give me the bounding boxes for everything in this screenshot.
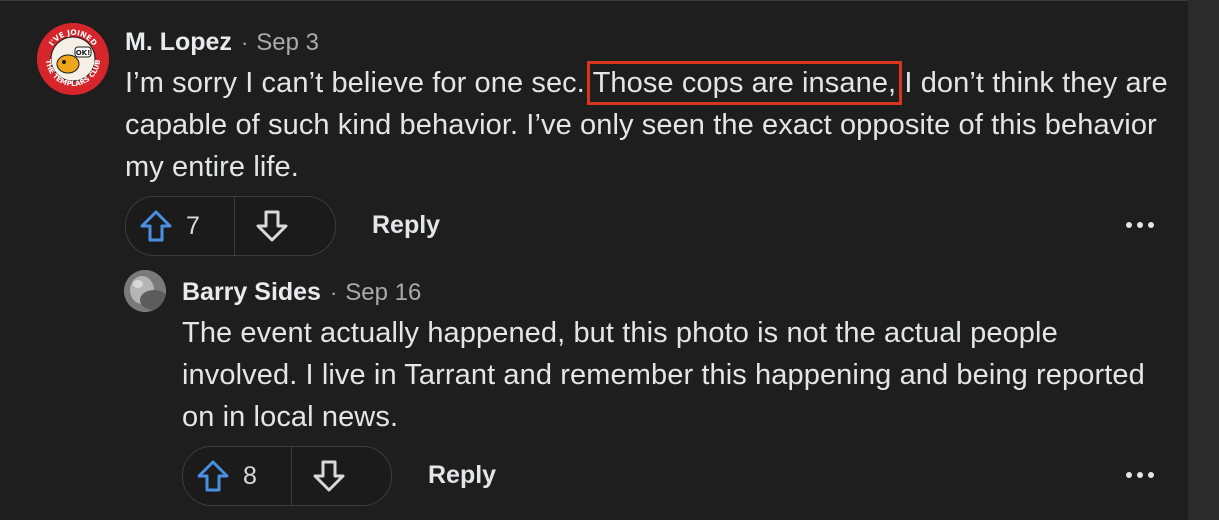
templars-club-badge-icon: I'VE JOINED THE TEMPLARS CLUB OK! [37, 23, 109, 95]
comment-header: M. Lopez · Sep 3 [125, 28, 319, 57]
header-separator: · [329, 280, 338, 305]
upvote-arrow-icon [140, 210, 172, 242]
author-avatar[interactable] [124, 270, 166, 312]
downvote-button[interactable] [235, 197, 309, 255]
downvote-arrow-icon [256, 210, 288, 242]
reply-button[interactable]: Reply [372, 211, 440, 240]
downvote-arrow-icon [313, 460, 345, 492]
dot-icon [1137, 222, 1143, 228]
user-avatar-icon [124, 270, 166, 312]
comment-body-part-1: I’m sorry I can’t believe for one sec. [125, 67, 593, 99]
vote-count: 7 [186, 211, 200, 240]
page: I'VE JOINED THE TEMPLARS CLUB OK! M. Lop… [0, 0, 1219, 520]
upvote-button[interactable] [183, 447, 243, 505]
highlighted-phrase: Those cops are insane, [586, 61, 903, 105]
comment-header: Barry Sides · Sep 16 [182, 278, 421, 307]
upvote-button[interactable] [126, 197, 186, 255]
reply-button[interactable]: Reply [428, 461, 496, 490]
dot-icon [1126, 472, 1132, 478]
header-separator: · [240, 30, 249, 55]
more-options-button[interactable] [1126, 222, 1154, 228]
dot-icon [1126, 222, 1132, 228]
comment-date[interactable]: Sep 3 [256, 29, 319, 57]
comments-panel: I'VE JOINED THE TEMPLARS CLUB OK! M. Lop… [0, 0, 1188, 520]
avatar-badge-text: OK! [76, 49, 91, 57]
comment-date[interactable]: Sep 16 [345, 279, 421, 307]
comment-body: I’m sorry I can’t believe for one sec. T… [125, 61, 1175, 188]
comment-body: The event actually happened, but this ph… [182, 317, 1145, 433]
vote-control: 8 [182, 446, 392, 506]
author-name[interactable]: M. Lopez [125, 28, 232, 57]
right-gutter [1188, 0, 1219, 520]
author-name[interactable]: Barry Sides [182, 278, 321, 307]
downvote-button[interactable] [292, 447, 366, 505]
dot-icon [1137, 472, 1143, 478]
dot-icon [1148, 472, 1154, 478]
author-avatar[interactable]: I'VE JOINED THE TEMPLARS CLUB OK! [37, 23, 109, 95]
upvote-arrow-icon [197, 460, 229, 492]
dot-icon [1148, 222, 1154, 228]
vote-count: 8 [243, 461, 257, 490]
vote-control: 7 [125, 196, 336, 256]
more-options-button[interactable] [1126, 472, 1154, 478]
